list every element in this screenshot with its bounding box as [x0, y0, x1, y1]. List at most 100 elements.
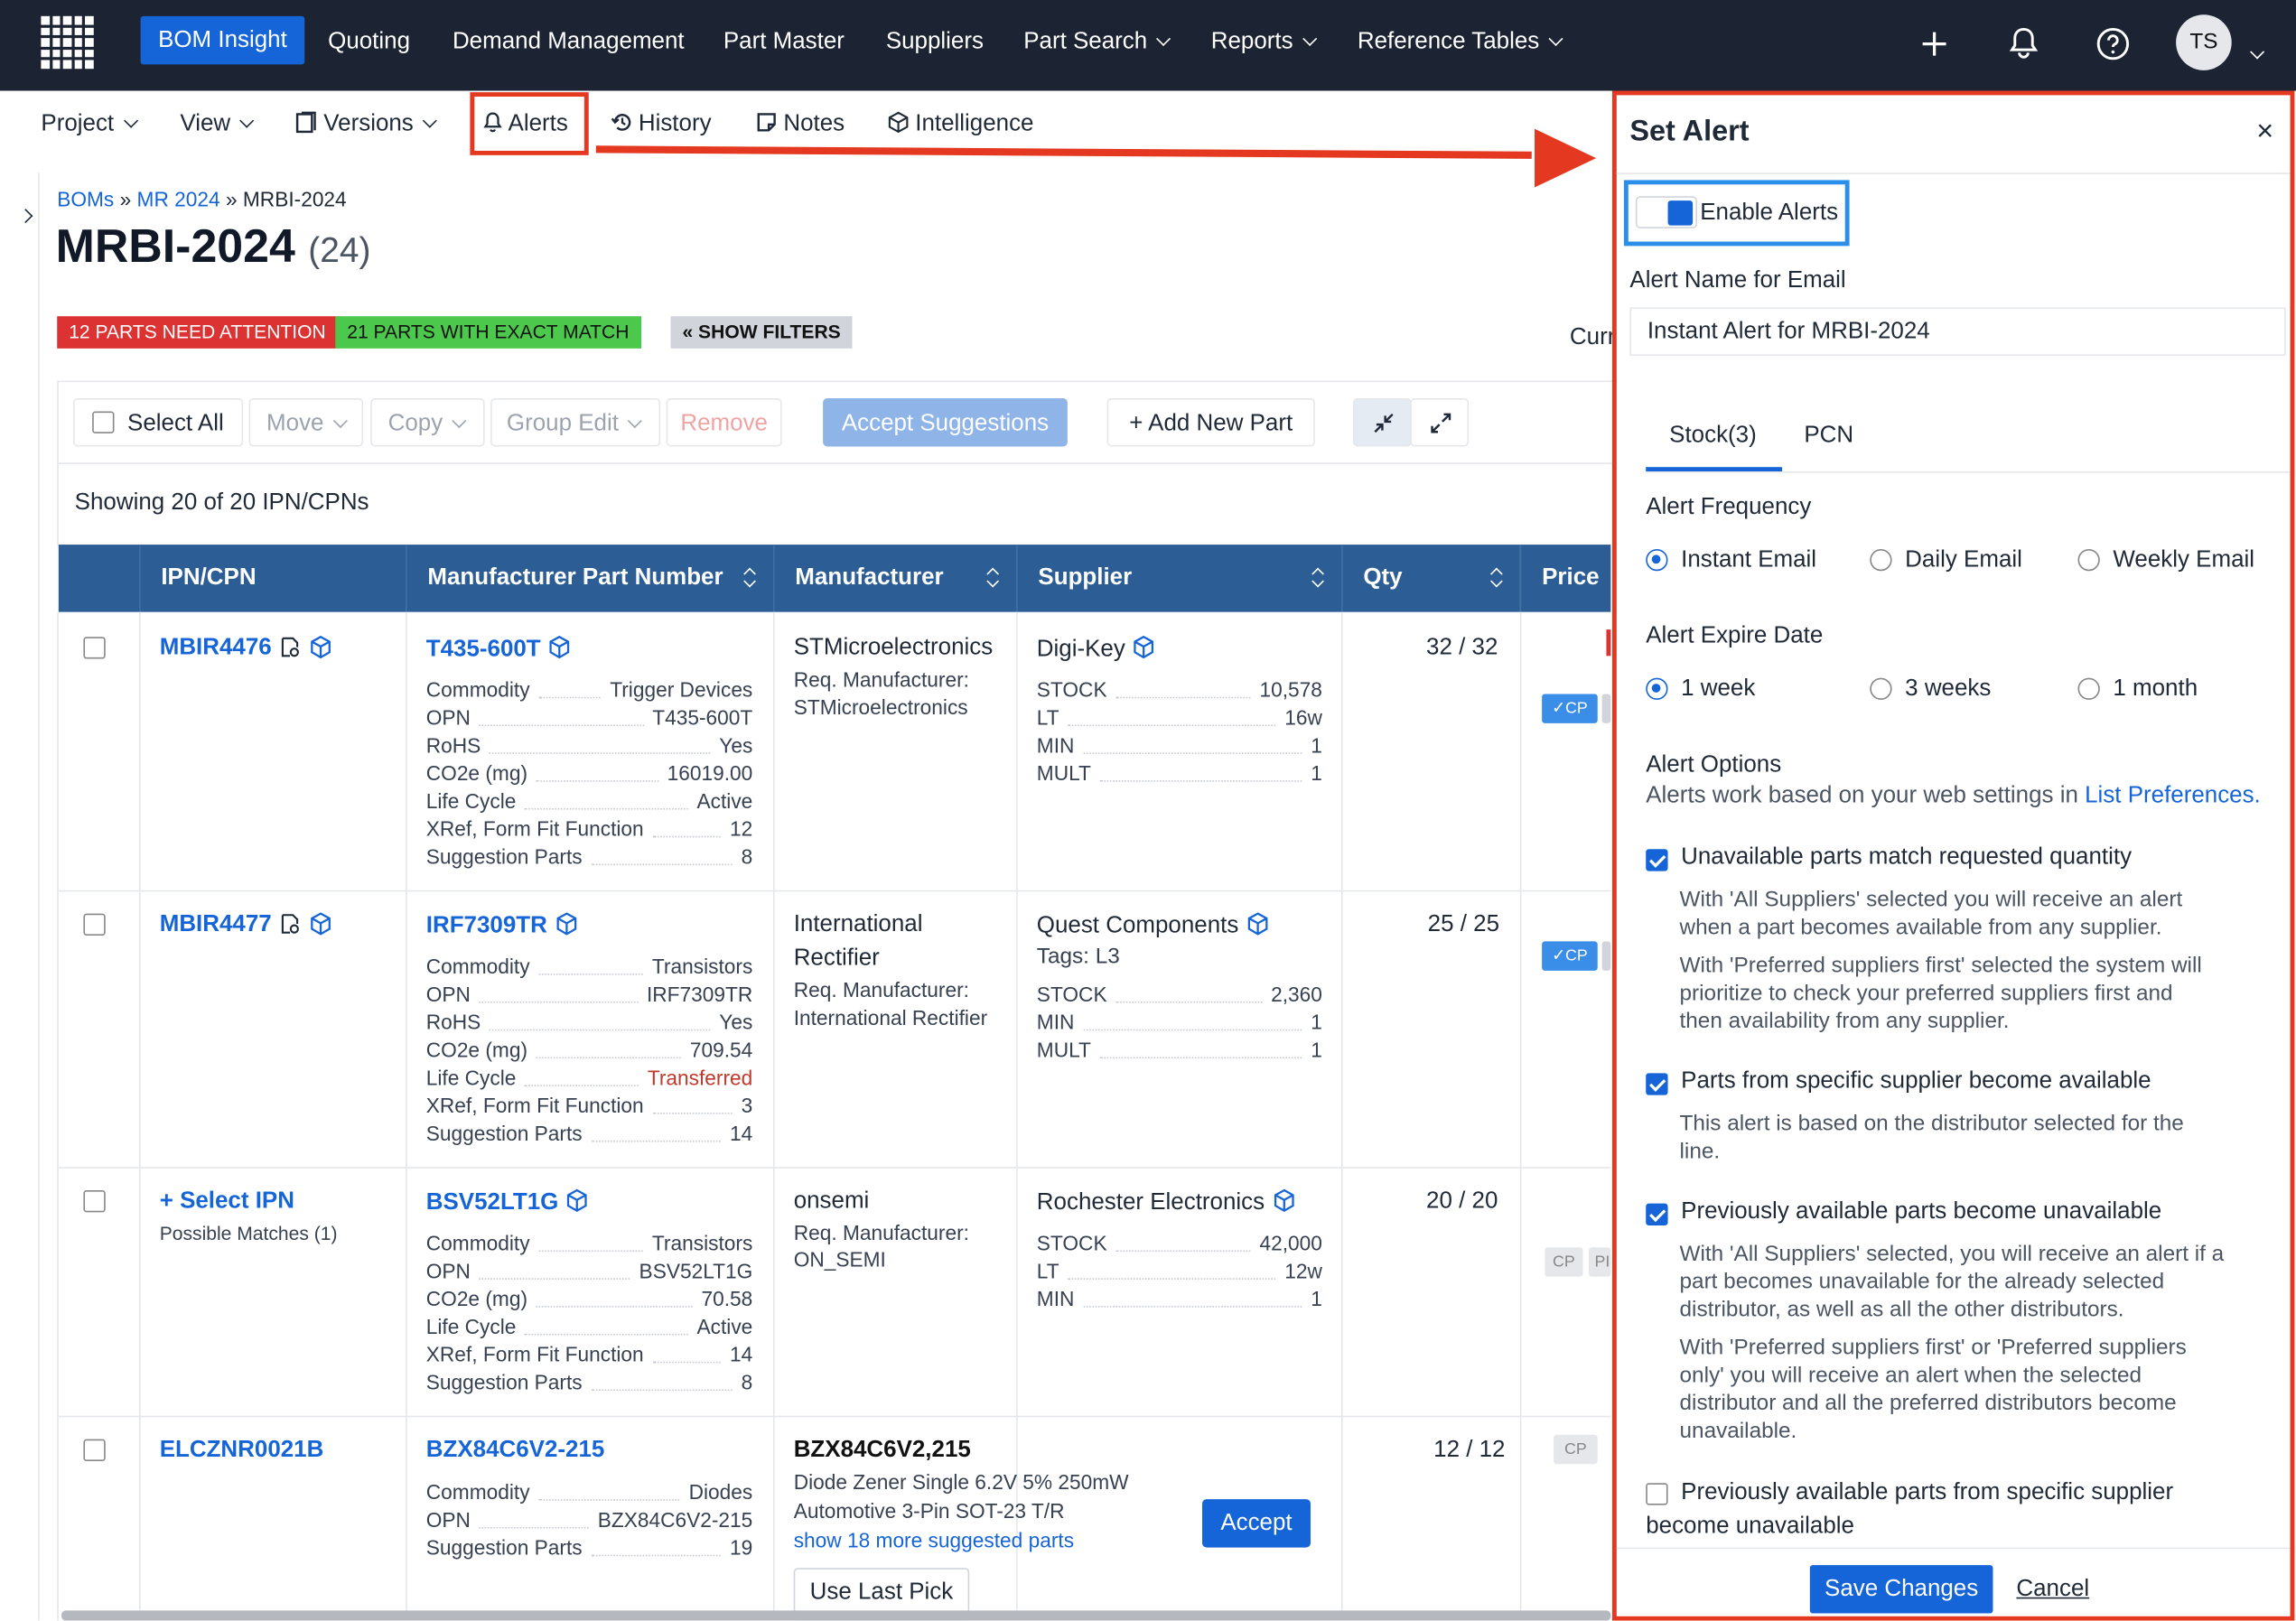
tab-pcn[interactable]: PCN: [1804, 424, 1853, 450]
radio-1-month[interactable]: [2077, 677, 2100, 700]
mpn-link[interactable]: BSV52LT1G: [426, 1188, 590, 1216]
accept-suggestion-button[interactable]: Accept: [1202, 1499, 1311, 1548]
copy-button[interactable]: Copy: [370, 397, 485, 447]
row-checkbox[interactable]: [83, 637, 106, 659]
remove-button[interactable]: Remove: [666, 397, 782, 447]
cube-icon[interactable]: [309, 635, 332, 659]
cancel-button[interactable]: Cancel: [2016, 1577, 2089, 1603]
checkbox-unavailable-match[interactable]: [1646, 849, 1668, 871]
header-supplier[interactable]: Supplier: [1016, 545, 1342, 612]
move-button[interactable]: Move: [248, 397, 364, 447]
cube-icon[interactable]: [1272, 1188, 1295, 1213]
nav-reference-tables[interactable]: Reference Tables: [1358, 26, 1563, 59]
radio-daily-email[interactable]: [1870, 548, 1892, 572]
nav-part-search[interactable]: Part Search: [1023, 26, 1171, 59]
add-new-part-button[interactable]: + Add New Part: [1106, 397, 1315, 447]
tab-stock[interactable]: Stock(3): [1669, 424, 1757, 450]
header-price[interactable]: Price: [1519, 545, 1611, 612]
attribute-value: 70.58: [701, 1287, 753, 1310]
nav-quoting[interactable]: Quoting: [328, 26, 410, 59]
badge-exact-match[interactable]: 21 PARTS WITH EXACT MATCH: [335, 316, 641, 349]
attribute-key: CO2e (mg): [425, 1038, 528, 1062]
enable-alerts-toggle[interactable]: [1635, 196, 1697, 228]
breadcrumb-boms[interactable]: BOMs: [57, 188, 114, 211]
mpn-link[interactable]: IRF7309TR: [426, 912, 578, 940]
supplier-name[interactable]: Digi-Key: [1037, 635, 1156, 664]
radio-weekly-email[interactable]: [2077, 548, 2100, 572]
cp-badge[interactable]: CP: [1554, 1434, 1598, 1465]
ipn-link[interactable]: MBIR4476: [160, 636, 272, 662]
sort-icon[interactable]: [987, 568, 999, 589]
chevron-down-icon[interactable]: [2250, 44, 2265, 60]
subnav-versions[interactable]: Versions: [295, 111, 438, 137]
checkbox-previously-available[interactable]: [1646, 1203, 1668, 1225]
cp-badge[interactable]: ✓CP: [1542, 694, 1598, 723]
nav-demand-management[interactable]: Demand Management: [453, 26, 685, 59]
select-ipn-link[interactable]: + Select IPN: [160, 1188, 294, 1215]
bell-icon[interactable]: [2008, 25, 2040, 61]
alert-name-input[interactable]: [1629, 307, 2286, 356]
subnav-project[interactable]: Project: [41, 111, 138, 137]
header-qty[interactable]: Qty: [1341, 545, 1520, 612]
grid-logo-icon[interactable]: [41, 15, 94, 70]
close-icon[interactable]: ×: [2256, 116, 2273, 149]
nav-reports[interactable]: Reports: [1211, 26, 1318, 59]
subnav-alerts[interactable]: Alerts: [483, 111, 568, 137]
collapse-rows-button[interactable]: [1352, 397, 1412, 447]
nav-bom-insight[interactable]: BOM Insight: [140, 15, 305, 65]
radio-1-week[interactable]: [1646, 677, 1668, 700]
save-changes-button[interactable]: Save Changes: [1809, 1565, 1993, 1614]
nav-part-master[interactable]: Part Master: [723, 26, 845, 59]
sort-icon[interactable]: [1312, 568, 1324, 589]
attribute-key: Commodity: [425, 1480, 530, 1504]
subnav-view[interactable]: View: [180, 111, 255, 137]
row-checkbox[interactable]: [83, 1439, 106, 1461]
possible-matches[interactable]: Possible Matches (1): [160, 1223, 338, 1244]
checkbox-previously-available-specific[interactable]: [1646, 1483, 1668, 1505]
ipn-link[interactable]: ELCZNR0021B: [160, 1438, 324, 1464]
accept-suggestions-button[interactable]: Accept Suggestions: [823, 397, 1068, 447]
file-search-icon[interactable]: [280, 914, 301, 936]
cp-badge[interactable]: ✓CP: [1542, 941, 1598, 971]
radio-instant-email[interactable]: [1646, 548, 1668, 572]
ipn-link[interactable]: MBIR4477: [160, 912, 272, 938]
select-all-button[interactable]: Select All: [73, 397, 244, 447]
checkbox-specific-supplier-available[interactable]: [1646, 1073, 1668, 1095]
cube-icon[interactable]: [1246, 912, 1269, 936]
sort-icon[interactable]: [744, 568, 756, 589]
sort-icon[interactable]: [1490, 568, 1502, 589]
header-ipn[interactable]: IPN/CPN: [139, 545, 406, 612]
horizontal-scrollbar[interactable]: [61, 1610, 1611, 1621]
attribute-key: CO2e (mg): [425, 1287, 528, 1310]
cube-icon[interactable]: [555, 912, 578, 936]
cp-badge[interactable]: CP: [1545, 1247, 1583, 1277]
avatar[interactable]: TS: [2176, 14, 2232, 70]
header-manufacturer[interactable]: Manufacturer: [772, 545, 1017, 612]
show-more-suggested-link[interactable]: show 18 more suggested parts: [794, 1529, 1074, 1552]
radio-3-weeks[interactable]: [1870, 677, 1892, 700]
cube-icon[interactable]: [309, 912, 332, 936]
header-mpn[interactable]: Manufacturer Part Number: [406, 545, 773, 612]
expand-rows-button[interactable]: [1410, 397, 1470, 447]
alert-options-note: Alerts work based on your web settings i…: [1646, 783, 2261, 809]
badge-attention[interactable]: 12 PARTS NEED ATTENTION: [57, 316, 338, 349]
plus-icon[interactable]: [1919, 29, 1948, 58]
attribute-value: Transistors: [651, 1231, 753, 1255]
supplier-name[interactable]: Quest Components: [1037, 912, 1270, 940]
breadcrumb-mr2024[interactable]: MR 2024: [137, 188, 220, 211]
supplier-name[interactable]: Rochester Electronics: [1037, 1188, 1295, 1216]
mpn-link[interactable]: BZX84C6V2-215: [426, 1438, 605, 1464]
cube-icon[interactable]: [565, 1188, 589, 1213]
row-checkbox[interactable]: [83, 913, 106, 936]
cube-icon[interactable]: [1133, 635, 1156, 659]
list-preferences-link[interactable]: List Preferences.: [2085, 783, 2261, 808]
cube-icon[interactable]: [548, 635, 572, 659]
help-icon[interactable]: [2095, 26, 2131, 61]
row-checkbox[interactable]: [83, 1190, 106, 1213]
group-edit-button[interactable]: Group Edit: [490, 397, 661, 447]
file-search-icon[interactable]: [280, 637, 301, 658]
mpn-link[interactable]: T435-600T: [426, 635, 572, 664]
show-filters-button[interactable]: « SHOW FILTERS: [670, 316, 853, 349]
select-all-checkbox[interactable]: [92, 411, 115, 433]
nav-suppliers[interactable]: Suppliers: [886, 26, 984, 59]
